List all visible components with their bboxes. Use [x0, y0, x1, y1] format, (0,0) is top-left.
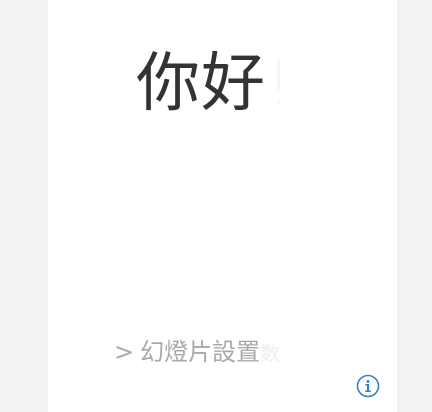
greeting-title: 你好! — [136, 36, 293, 116]
info-icon — [356, 374, 380, 398]
screen: 你好! > 幻燈片設置数 — [0, 0, 432, 412]
slideshow-setup-label: 幻燈片設置 — [140, 338, 261, 366]
setup-fading-char: 数 — [260, 341, 281, 365]
chevron-right-icon: > — [114, 338, 135, 366]
greeting-text: 你好 — [136, 47, 266, 121]
greeting-fading-char: ! — [266, 47, 293, 121]
slideshow-setup-link[interactable]: > 幻燈片設置数 — [114, 336, 280, 369]
info-button[interactable] — [356, 374, 380, 398]
